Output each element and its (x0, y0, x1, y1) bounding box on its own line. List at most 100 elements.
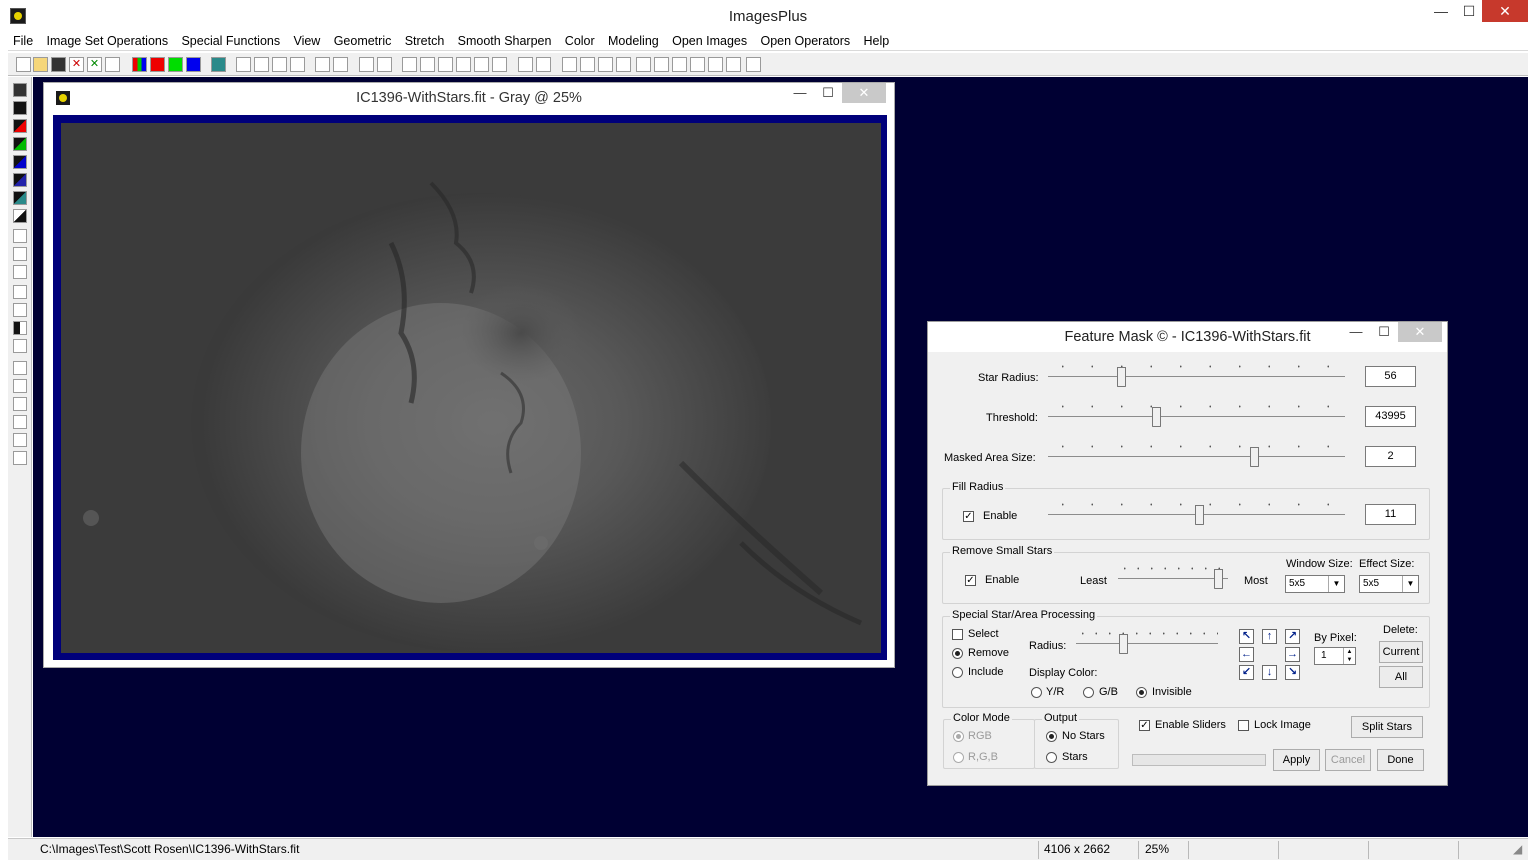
close-all-icon[interactable]: ✕ (87, 57, 102, 72)
rgb-radio[interactable] (953, 731, 964, 742)
new-file-icon[interactable] (16, 57, 31, 72)
menu-help[interactable]: Help (858, 32, 894, 50)
menu-stretch[interactable]: Stretch (400, 32, 450, 50)
red-mask-icon[interactable] (13, 119, 27, 133)
green-mask-icon[interactable] (13, 137, 27, 151)
undo-icon[interactable] (236, 57, 251, 72)
remove-small-slider[interactable] (1118, 567, 1228, 591)
menu-geometric[interactable]: Geometric (329, 32, 397, 50)
rotate-left-icon[interactable] (13, 415, 27, 429)
menu-view[interactable]: View (288, 32, 325, 50)
window-icon-1[interactable] (672, 57, 687, 72)
half-icon[interactable] (13, 321, 27, 335)
table-icon[interactable] (536, 57, 551, 72)
arrow-right-icon[interactable]: → (1285, 647, 1300, 662)
resize-grip-icon[interactable]: ◢ (1513, 842, 1522, 856)
close-image-icon[interactable]: ✕ (69, 57, 84, 72)
zoom-in-icon[interactable] (562, 57, 577, 72)
effect-size-select[interactable]: 5x5 ▼ (1359, 575, 1419, 593)
redo-all-icon[interactable] (290, 57, 305, 72)
masked-area-slider[interactable] (1048, 445, 1345, 469)
cancel-button[interactable]: Cancel (1325, 749, 1371, 771)
menu-color[interactable]: Color (560, 32, 600, 50)
star-radius-value[interactable]: 56 (1365, 366, 1416, 387)
zoom-actual-icon[interactable] (616, 57, 631, 72)
black-icon[interactable] (13, 101, 27, 115)
lock-image-checkbox[interactable] (1238, 720, 1249, 731)
menu-special-functions[interactable]: Special Functions (176, 32, 285, 50)
arrow-down-right-icon[interactable]: ↘ (1285, 665, 1300, 680)
blue-mask-icon[interactable] (13, 155, 27, 169)
arrow-up-icon[interactable]: ↑ (1262, 629, 1277, 644)
undo-all-icon[interactable] (272, 57, 287, 72)
zoom-fit-icon[interactable] (598, 57, 613, 72)
image-window-titlebar[interactable]: IC1396-WithStars.fit - Gray @ 25% — ☐ ✕ (44, 83, 894, 113)
threshold-value[interactable]: 43995 (1365, 406, 1416, 427)
dialog-minimize-button[interactable]: — (1342, 322, 1370, 342)
select-box-icon[interactable] (13, 285, 27, 299)
fill-radius-value[interactable]: 11 (1365, 504, 1416, 525)
window-size-select[interactable]: 5x5 ▼ (1285, 575, 1345, 593)
arrow-down-icon[interactable]: ↓ (1262, 665, 1277, 680)
curve-icon[interactable] (420, 57, 435, 72)
grid-icon[interactable] (211, 57, 226, 72)
dialog-close-button[interactable]: ✕ (1398, 322, 1442, 342)
move-icon[interactable] (13, 361, 27, 375)
rgb-icon[interactable] (132, 57, 147, 72)
image-minimize-button[interactable]: — (786, 83, 814, 103)
dialog-maximize-button[interactable]: ☐ (1370, 322, 1398, 342)
image-close-button[interactable]: ✕ (842, 83, 886, 103)
record-icon[interactable] (333, 57, 348, 72)
blue-channel-icon[interactable] (186, 57, 201, 72)
mask-icon-6[interactable] (13, 209, 27, 223)
plus-icon[interactable] (438, 57, 453, 72)
fill-radius-enable-checkbox[interactable]: ✓ (963, 511, 974, 522)
mask-icon-5[interactable] (13, 191, 27, 205)
histogram-icon[interactable] (377, 57, 392, 72)
mask-icon-4[interactable] (13, 173, 27, 187)
red-channel-icon[interactable] (150, 57, 165, 72)
expand-icon[interactable] (636, 57, 651, 72)
by-pixel-spinner[interactable]: 1 ▲ ▼ (1314, 647, 1356, 665)
select-checkbox[interactable] (952, 629, 963, 640)
arrow-up-icon[interactable] (13, 379, 27, 393)
arrow-up-left-icon[interactable]: ↖ (1239, 629, 1254, 644)
crosshair-icon[interactable] (456, 57, 471, 72)
levels-icon[interactable] (402, 57, 417, 72)
delete-all-button[interactable]: All (1379, 666, 1423, 688)
include-radio[interactable] (952, 667, 963, 678)
open-folder-icon[interactable] (33, 57, 48, 72)
nebula-image[interactable] (61, 123, 881, 653)
window-icon-3[interactable] (708, 57, 723, 72)
window-icon-2[interactable] (690, 57, 705, 72)
menu-modeling[interactable]: Modeling (603, 32, 664, 50)
yr-radio[interactable] (1031, 687, 1042, 698)
copy-icon[interactable] (105, 57, 120, 72)
circle-icon[interactable] (315, 57, 330, 72)
menu-file[interactable]: File (8, 32, 38, 50)
invisible-radio[interactable] (1136, 687, 1147, 698)
close-button[interactable]: ✕ (1482, 0, 1528, 22)
duplicate-icon[interactable] (13, 451, 27, 465)
fill-radius-slider[interactable] (1048, 503, 1345, 527)
image-maximize-button[interactable]: ☐ (814, 83, 842, 103)
menu-open-operators[interactable]: Open Operators (755, 32, 855, 50)
masked-area-value[interactable]: 2 (1365, 446, 1416, 467)
star-radius-slider[interactable] (1048, 365, 1345, 389)
remove-small-enable-checkbox[interactable]: ✓ (965, 575, 976, 586)
menu-smooth-sharpen[interactable]: Smooth Sharpen (453, 32, 557, 50)
gradient-icon[interactable] (13, 247, 27, 261)
menu-open-images[interactable]: Open Images (667, 32, 752, 50)
menu-image-set-operations[interactable]: Image Set Operations (42, 32, 174, 50)
rotate-right-icon[interactable] (13, 433, 27, 447)
arrow-down-left-icon[interactable]: ↙ (1239, 665, 1254, 680)
dialog-titlebar[interactable]: Feature Mask © - IC1396-WithStars.fit — … (928, 322, 1447, 352)
arrow-left-icon[interactable]: ← (1239, 647, 1254, 662)
save-icon-side[interactable] (13, 83, 27, 97)
enable-sliders-checkbox[interactable]: ✓ (1139, 720, 1150, 731)
done-button[interactable]: Done (1377, 749, 1424, 771)
r-g-b-radio[interactable] (953, 752, 964, 763)
delete-current-button[interactable]: Current (1379, 641, 1423, 663)
calculator-icon[interactable] (474, 57, 489, 72)
split-stars-button[interactable]: Split Stars (1351, 716, 1423, 738)
